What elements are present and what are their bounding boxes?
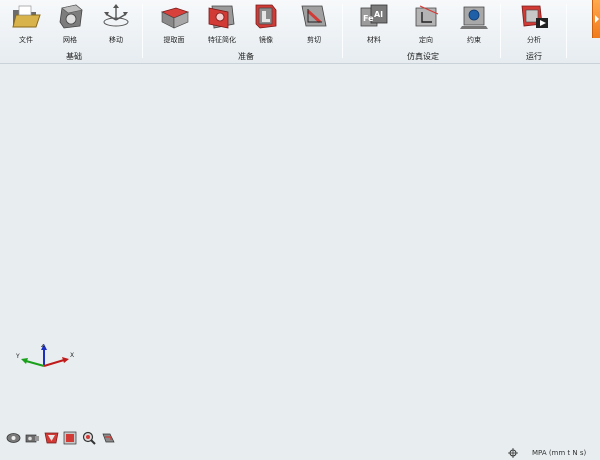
ribbon-scroll-right-button[interactable]: [592, 0, 600, 38]
analysis-button[interactable]: 分析: [512, 2, 556, 46]
group-label-prepare: 准备: [238, 52, 254, 61]
orientation-label: 定向: [419, 36, 433, 44]
ribbon-toolbar: 文件 网格 移动 基础 提取面 特征简化 镜像 剪切 准备 Fe Al 材料 定…: [0, 0, 600, 64]
orientation-button[interactable]: 定向: [404, 2, 448, 46]
group-label-setup: 仿真设定: [407, 52, 439, 61]
material-al-glyph: Al: [374, 10, 383, 19]
midsurface-icon: [160, 7, 190, 29]
material-fe-glyph: Fe: [363, 14, 374, 23]
constraint-button[interactable]: 约束: [452, 2, 496, 46]
move-arrows-icon: [103, 4, 129, 27]
simplify-label: 特征简化: [208, 36, 236, 44]
move-label: 移动: [109, 36, 123, 44]
snap-crosshair-icon[interactable]: [508, 448, 518, 458]
ribbon-separator: [342, 4, 343, 58]
cut-plane-icon: [301, 5, 327, 27]
view-camera-icon[interactable]: [25, 431, 40, 445]
material-icon: Fe Al: [360, 4, 388, 27]
view-rotate-icon[interactable]: [101, 431, 116, 445]
move-button[interactable]: 移动: [94, 2, 138, 46]
material-button[interactable]: Fe Al 材料: [352, 2, 396, 46]
view-section-icon[interactable]: [44, 431, 59, 445]
file-button[interactable]: 文件: [4, 2, 48, 46]
folder-open-icon: [12, 5, 41, 28]
group-label-run: 运行: [526, 52, 542, 61]
ribbon-separator: [142, 4, 143, 58]
ribbon-separator: [566, 4, 567, 58]
mirror-icon: [255, 4, 277, 29]
cut-button[interactable]: 剪切: [292, 2, 336, 46]
view-fit-icon[interactable]: [63, 431, 78, 445]
view-zoom-icon[interactable]: [82, 431, 97, 445]
z-axis-label: Z: [41, 344, 45, 349]
file-label: 文件: [19, 36, 33, 44]
analysis-run-icon: [521, 5, 548, 28]
mesh-button[interactable]: 网格: [48, 2, 92, 46]
x-axis-arrow: [62, 357, 69, 363]
y-axis-label: Y: [16, 353, 20, 360]
mesh-block-icon: [59, 4, 83, 29]
mirror-label: 镜像: [259, 36, 273, 44]
axis-triad: Z X Y: [16, 344, 74, 367]
constraint-label: 约束: [467, 36, 481, 44]
x-axis-line: [43, 359, 65, 367]
orientation-icon: [415, 5, 439, 27]
graphics-viewport[interactable]: Z X Y: [0, 64, 600, 446]
material-label: 材料: [367, 36, 381, 44]
cut-label: 剪切: [307, 36, 321, 44]
group-label-basic: 基础: [66, 52, 82, 61]
unit-system-label[interactable]: MPA (mm t N s): [532, 448, 586, 458]
mirror-button[interactable]: 镜像: [244, 2, 288, 46]
mesh-label: 网格: [63, 36, 77, 44]
analysis-label: 分析: [527, 36, 541, 44]
view-eye-icon[interactable]: [6, 431, 21, 445]
y-axis-line: [25, 360, 45, 367]
midsurface-label: 提取面: [163, 36, 185, 44]
ribbon-separator: [500, 4, 501, 58]
simplify-button[interactable]: 特征简化: [200, 2, 244, 46]
constraint-icon: [460, 6, 488, 29]
feature-simplify-icon: [208, 5, 235, 29]
y-axis-arrow: [21, 358, 28, 364]
midsurface-button[interactable]: 提取面: [152, 2, 196, 46]
status-bar: MPA (mm t N s): [0, 446, 600, 460]
x-axis-label: X: [70, 352, 74, 359]
view-toolbar: [6, 431, 116, 445]
